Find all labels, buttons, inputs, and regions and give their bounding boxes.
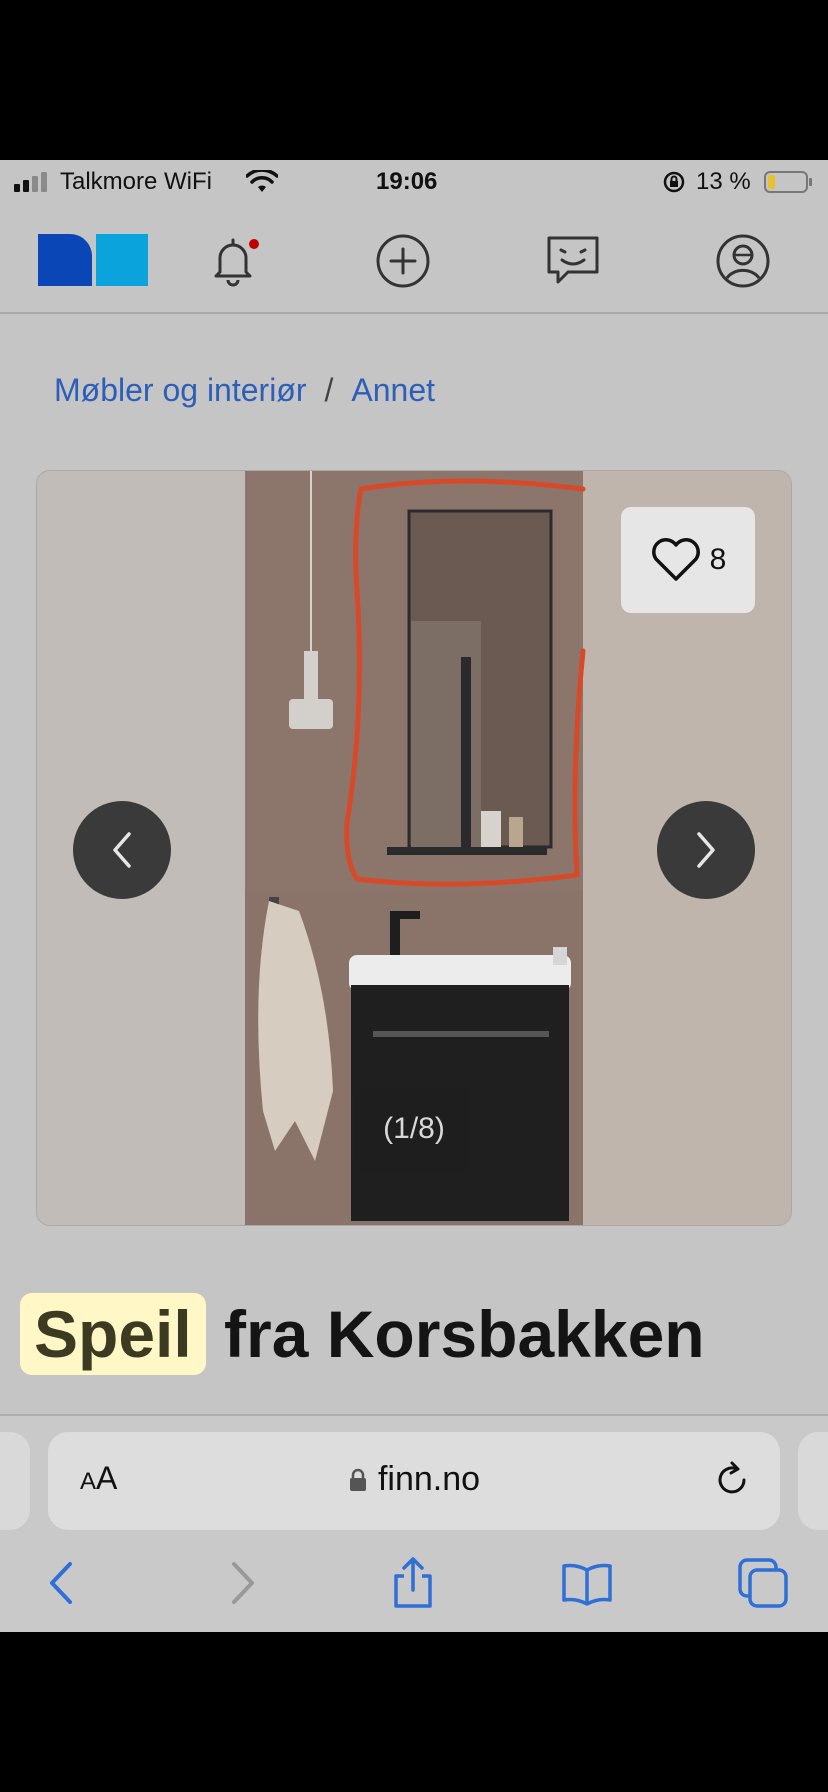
share-icon[interactable]: [386, 1556, 440, 1610]
screen: Talkmore WiFi 19:06 13 % Møbler og inter…: [0, 160, 828, 1632]
address-bar[interactable]: AA finn.no: [48, 1432, 780, 1530]
breadcrumb-category-link[interactable]: Møbler og interiør: [54, 372, 307, 408]
breadcrumb-separator: /: [324, 372, 334, 408]
reload-icon[interactable]: [714, 1460, 752, 1500]
status-bar: Talkmore WiFi 19:06 13 %: [0, 160, 828, 204]
notification-dot: [249, 239, 259, 249]
orientation-lock-icon: [663, 171, 685, 193]
image-counter: (1/8): [359, 1087, 469, 1171]
favorite-button[interactable]: 8: [621, 507, 755, 613]
plus-circle-icon[interactable]: [374, 232, 432, 290]
previous-image-button[interactable]: [73, 801, 171, 899]
heart-icon: [651, 538, 700, 581]
bell-icon[interactable]: [204, 232, 262, 290]
battery-percent: 13 %: [696, 168, 751, 195]
signal-icon: [14, 172, 47, 192]
listing-title: Speil fra Korsbakken: [20, 1293, 705, 1375]
title-highlight: Speil: [20, 1293, 206, 1375]
tabs-icon[interactable]: [736, 1556, 790, 1610]
previous-tab-edge[interactable]: [0, 1432, 30, 1530]
finn-logo[interactable]: [38, 234, 148, 286]
chat-icon[interactable]: [544, 232, 602, 290]
breadcrumb-subcategory-link[interactable]: Annet: [351, 372, 435, 408]
forward-icon[interactable]: [214, 1556, 268, 1610]
carrier-label: Talkmore WiFi: [60, 168, 213, 195]
lock-icon: [349, 1468, 366, 1491]
image-gallery[interactable]: 8 (1/8): [36, 470, 792, 1226]
browser-toolbar: AA finn.no: [0, 1414, 828, 1632]
chevron-right-icon: [697, 832, 715, 868]
clock: 19:06: [376, 168, 438, 195]
bookmarks-icon[interactable]: [560, 1556, 614, 1610]
next-tab-edge[interactable]: [798, 1432, 828, 1530]
app-header: [0, 204, 828, 314]
chevron-left-icon: [113, 832, 131, 868]
battery-icon: [764, 171, 812, 193]
profile-icon[interactable]: [714, 232, 772, 290]
wifi-icon: [246, 170, 278, 192]
favorite-count: 8: [709, 543, 727, 576]
url-host[interactable]: finn.no: [48, 1460, 780, 1499]
breadcrumb: Møbler og interiør / Annet: [54, 372, 435, 409]
back-icon[interactable]: [36, 1556, 90, 1610]
title-rest: fra Korsbakken: [205, 1297, 705, 1371]
next-image-button[interactable]: [657, 801, 755, 899]
